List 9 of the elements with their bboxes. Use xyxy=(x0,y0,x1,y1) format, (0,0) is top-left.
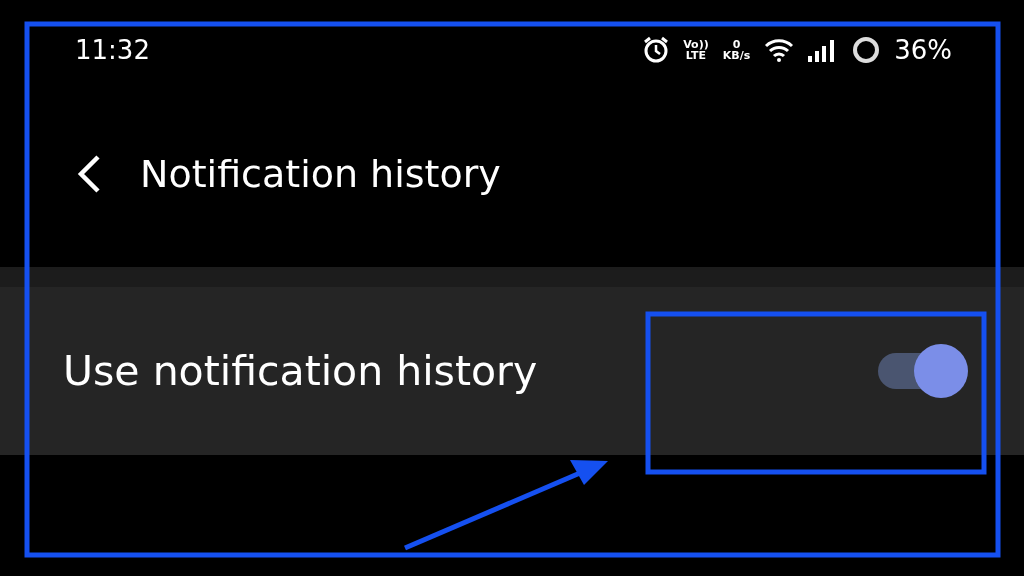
speed-label: 0 xyxy=(732,39,741,50)
clock-time: 11:32 xyxy=(75,35,150,65)
setting-row[interactable]: Use notification history xyxy=(0,267,1024,455)
page-title: Notification history xyxy=(140,152,501,196)
battery-percent: 36% xyxy=(894,35,952,65)
setting-label: Use notification history xyxy=(63,347,538,395)
speed-label: KB/s xyxy=(722,50,751,61)
volte-label: LTE xyxy=(685,50,707,61)
volte-label: Vo)) xyxy=(683,39,709,50)
